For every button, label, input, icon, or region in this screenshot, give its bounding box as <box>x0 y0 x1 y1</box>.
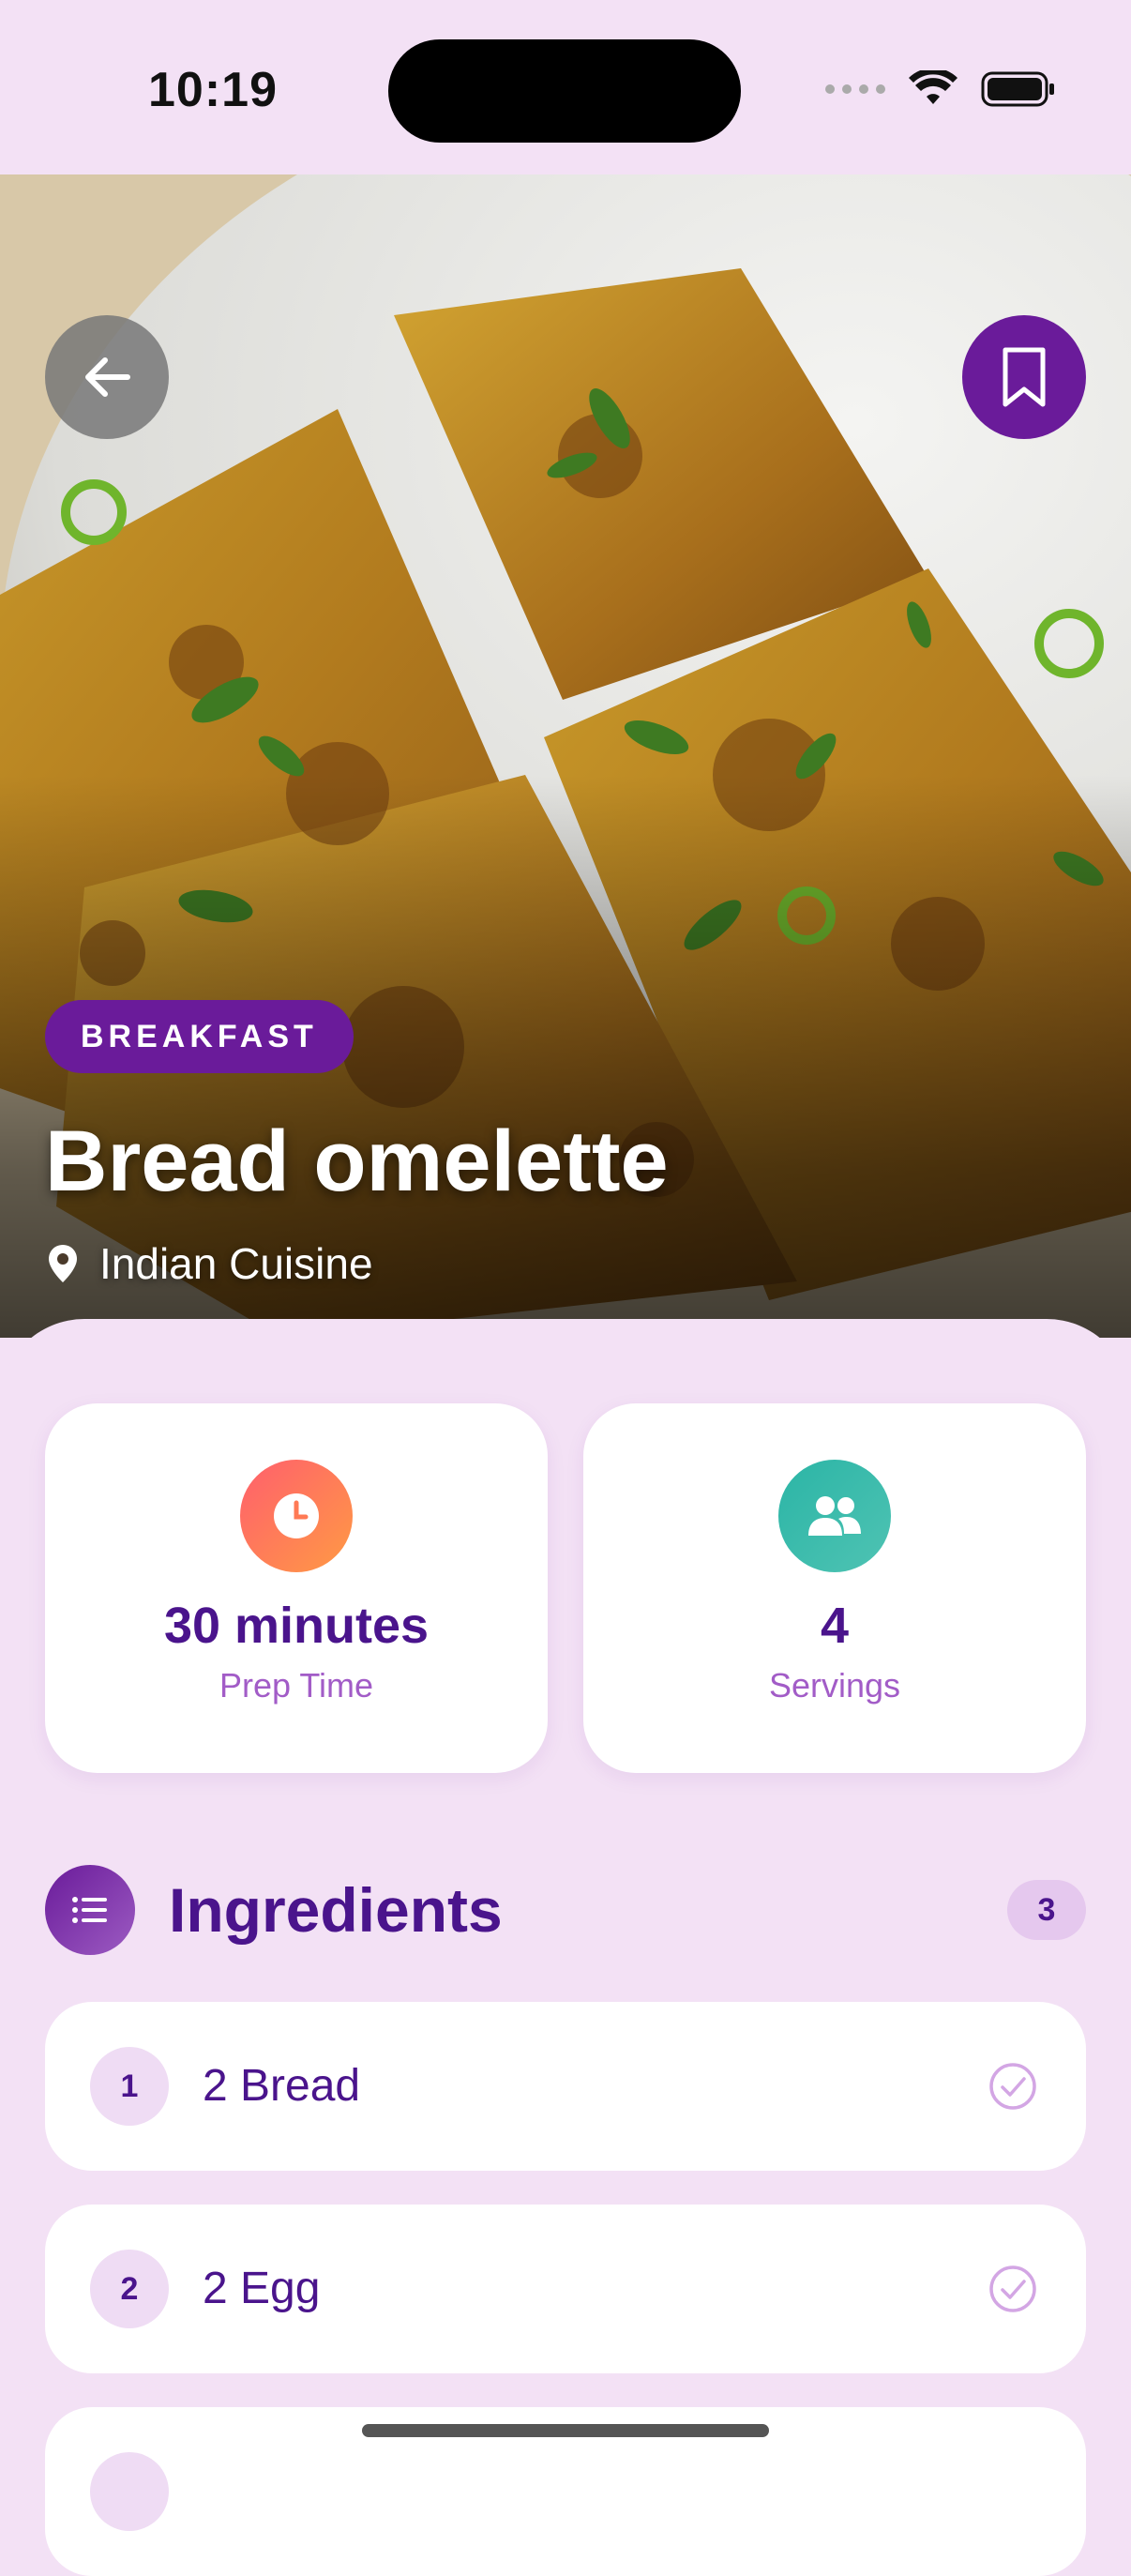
list-icon <box>72 1897 107 1923</box>
ingredients-count-badge: 3 <box>1007 1880 1086 1940</box>
hero-image: BREAKFAST Bread omelette Indian Cuisine <box>0 174 1131 1338</box>
ingredients-header: Ingredients 3 <box>45 1865 1086 1955</box>
cuisine-label: Indian Cuisine <box>47 1238 373 1289</box>
prep-time-card: 30 minutes Prep Time <box>45 1403 548 1773</box>
ingredient-text: 2 Bread <box>203 2061 361 2111</box>
clock-icon-badge <box>240 1460 353 1572</box>
bookmark-icon <box>1003 347 1046 407</box>
back-button[interactable] <box>45 315 169 439</box>
ingredient-row[interactable]: 1 2 Bread <box>45 2002 1086 2171</box>
category-badge: BREAKFAST <box>45 1000 354 1073</box>
ingredients-title: Ingredients <box>169 1875 503 1945</box>
bookmark-button[interactable] <box>962 315 1086 439</box>
ingredient-number: 2 <box>90 2250 169 2328</box>
check-circle-icon[interactable] <box>988 2062 1037 2111</box>
dynamic-island <box>388 39 741 143</box>
battery-icon <box>981 71 1054 107</box>
ingredient-number <box>90 2452 169 2531</box>
clock-icon <box>274 1493 319 1538</box>
servings-value: 4 <box>820 1598 850 1654</box>
status-time: 10:19 <box>148 63 278 117</box>
people-icon-badge <box>778 1460 891 1572</box>
status-bar: 10:19 <box>0 0 1131 174</box>
servings-card: 4 Servings <box>583 1403 1086 1773</box>
ingredient-text: 2 Egg <box>203 2264 321 2313</box>
status-icons <box>825 66 1056 113</box>
arrow-left-icon <box>85 357 130 397</box>
ingredient-row[interactable]: 2 2 Egg <box>45 2205 1086 2373</box>
location-pin-icon <box>49 1245 77 1282</box>
servings-label: Servings <box>768 1666 901 1705</box>
prep-time-label: Prep Time <box>219 1666 374 1705</box>
people-icon <box>808 1496 861 1536</box>
details-sheet: 30 minutes Prep Time 4 Servings Ingredie… <box>0 1319 1131 2576</box>
prep-time-value: 30 minutes <box>163 1598 430 1654</box>
wifi-icon <box>909 70 958 104</box>
home-indicator <box>362 2424 769 2437</box>
recipe-title: Bread omelette <box>45 1114 669 1209</box>
list-icon-badge <box>45 1865 135 1955</box>
cuisine-text: Indian Cuisine <box>99 1239 373 1288</box>
signal-dots-icon <box>825 84 885 94</box>
ingredient-number: 1 <box>90 2047 169 2126</box>
check-circle-icon[interactable] <box>988 2265 1037 2313</box>
